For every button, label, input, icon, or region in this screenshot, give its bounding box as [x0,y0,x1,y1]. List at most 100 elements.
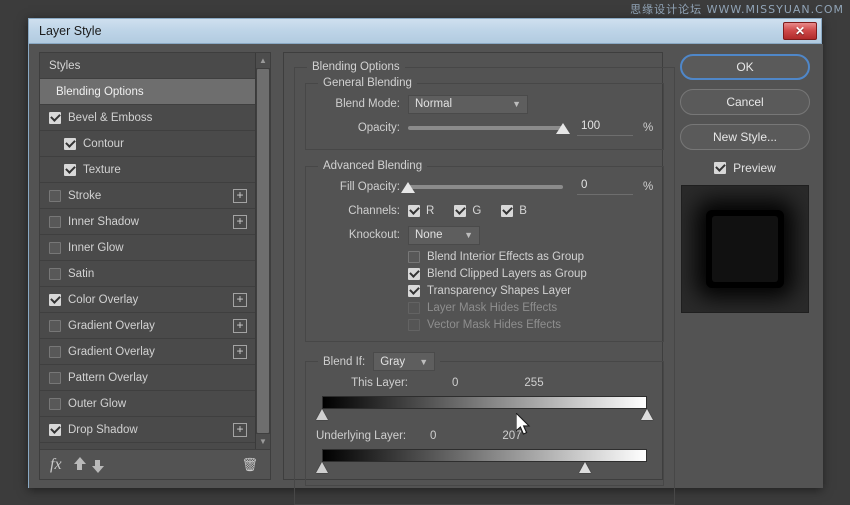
option-checkbox[interactable] [408,250,420,263]
style-row-label: Satin [68,267,95,280]
opacity-value-field[interactable]: 100 [577,120,633,136]
fill-opacity-value-field[interactable]: 0 [577,179,633,195]
style-checkbox[interactable] [49,319,61,332]
preview-checkbox[interactable] [714,162,727,174]
style-row-outer-glow[interactable]: Outer Glow [40,391,255,417]
underlying-layer-black-stop[interactable] [316,462,328,473]
styles-toolbar: fx 🗑 [40,449,270,479]
option-vector-mask-hides-effects[interactable]: Vector Mask Hides Effects [316,316,653,333]
preview-label: Preview [733,161,776,175]
style-checkbox[interactable] [49,371,61,384]
style-row-gradient-overlay[interactable]: Gradient Overlay + [40,339,255,365]
style-row-inner-glow[interactable]: Inner Glow [40,235,255,261]
scroll-up-icon[interactable]: ▲ [256,53,270,68]
style-row-inner-shadow[interactable]: Inner Shadow + [40,209,255,235]
style-checkbox[interactable] [49,215,61,228]
style-checkbox[interactable] [49,267,61,280]
option-checkbox[interactable] [408,301,420,314]
channel-label: B [519,205,527,217]
channel-b[interactable]: B [501,205,527,217]
fill-opacity-slider[interactable] [401,178,563,196]
preview-thumbnail [681,185,809,313]
add-effect-icon[interactable]: + [233,344,247,359]
new-style-button[interactable]: New Style... [680,124,810,150]
this-layer-white-stop[interactable] [641,409,654,420]
style-row-label: Drop Shadow [68,423,138,436]
styles-list-header: Styles [40,53,255,79]
opacity-slider[interactable] [408,119,570,137]
add-effect-icon[interactable]: + [233,188,247,203]
option-transparency-shapes-layer[interactable]: Transparency Shapes Layer [316,282,653,299]
this-layer-black-value[interactable]: 0 [452,377,458,389]
blend-if-select[interactable]: Gray ▼ [373,352,436,371]
options-panel: Blending Options General Blending Blend … [283,52,676,505]
opacity-slider-handle[interactable] [556,123,570,134]
style-row-contour[interactable]: Contour [40,131,255,157]
style-checkbox[interactable] [49,345,61,358]
blend-mode-select[interactable]: Normal ▼ [408,94,528,114]
option-blend-interior-effects-as-group[interactable]: Blend Interior Effects as Group [316,248,653,265]
fx-icon[interactable]: fx [50,456,62,474]
style-checkbox[interactable] [64,137,76,150]
add-effect-icon[interactable]: + [233,422,247,437]
style-checkbox[interactable] [49,241,61,254]
option-layer-mask-hides-effects[interactable]: Layer Mask Hides Effects [316,299,653,316]
style-row-satin[interactable]: Satin [40,261,255,287]
style-row-color-overlay[interactable]: Color Overlay + [40,287,255,313]
this-layer-black-stop[interactable] [316,409,328,420]
channel-checkbox[interactable] [408,205,420,217]
add-effect-icon[interactable]: + [233,292,247,307]
this-layer-white-value[interactable]: 255 [524,377,543,389]
style-row-bevel-emboss[interactable]: Bevel & Emboss [40,105,255,131]
add-effect-icon[interactable]: + [233,214,247,229]
option-checkbox[interactable] [408,284,420,297]
dialog-titlebar[interactable]: Layer Style ✕ [29,19,821,44]
styles-list[interactable]: Styles Blending Options Bevel & Emboss Con… [40,53,255,449]
style-row-gradient-overlay[interactable]: Gradient Overlay + [40,313,255,339]
close-button[interactable]: ✕ [783,22,817,40]
channel-checkbox[interactable] [501,205,514,217]
blend-mode-row: Blend Mode: Normal ▼ [316,93,653,115]
channel-r[interactable]: R [408,205,434,217]
option-blend-clipped-layers-as-group[interactable]: Blend Clipped Layers as Group [316,265,653,282]
option-checkbox[interactable] [408,267,420,280]
underlying-layer-slider[interactable] [316,449,648,477]
knockout-select[interactable]: None ▼ [408,225,480,245]
opacity-row: Opacity: 100 % [316,117,653,139]
this-layer-slider[interactable] [316,396,654,424]
this-layer-stop-row[interactable] [316,409,654,424]
style-row-label: Contour [83,137,124,150]
scrollbar-thumb[interactable] [257,69,269,433]
underlying-layer-white-stop[interactable] [579,462,592,473]
option-checkbox[interactable] [408,318,420,331]
underlying-layer-white-value[interactable]: 207 [502,430,521,442]
style-checkbox[interactable] [49,397,61,410]
fill-opacity-slider-handle[interactable] [401,182,415,193]
scrollbar-track[interactable] [256,68,270,434]
cancel-button[interactable]: Cancel [680,89,810,115]
style-row-pattern-overlay[interactable]: Pattern Overlay [40,365,255,391]
channels-checkbox-group: RGB [408,205,547,217]
advanced-blending-group: Advanced Blending Fill Opacity: 0 % Chan… [305,160,665,342]
style-checkbox[interactable] [49,189,61,202]
underlying-layer-stop-row[interactable] [316,462,647,477]
channel-checkbox[interactable] [454,205,467,217]
style-checkbox[interactable] [49,423,61,436]
scroll-down-icon[interactable]: ▼ [256,434,270,449]
style-row-texture[interactable]: Texture [40,157,255,183]
styles-scrollbar[interactable]: ▲ ▼ [255,53,270,449]
add-effect-icon[interactable]: + [233,318,247,333]
underlying-layer-black-value[interactable]: 0 [430,430,436,442]
style-checkbox[interactable] [49,111,61,124]
ok-button[interactable]: OK [680,54,810,80]
knockout-label: Knockout: [348,229,400,241]
delete-icon[interactable]: 🗑 [241,457,258,473]
style-row-drop-shadow[interactable]: Drop Shadow + [40,417,255,443]
style-checkbox[interactable] [64,163,76,176]
style-checkbox[interactable] [49,293,61,306]
style-row-stroke[interactable]: Stroke + [40,183,255,209]
style-row-blending-options[interactable]: Blending Options [40,79,255,105]
style-row-label: Gradient Overlay [68,345,155,358]
channel-g[interactable]: G [454,205,481,217]
preview-toggle[interactable]: Preview [714,161,776,175]
